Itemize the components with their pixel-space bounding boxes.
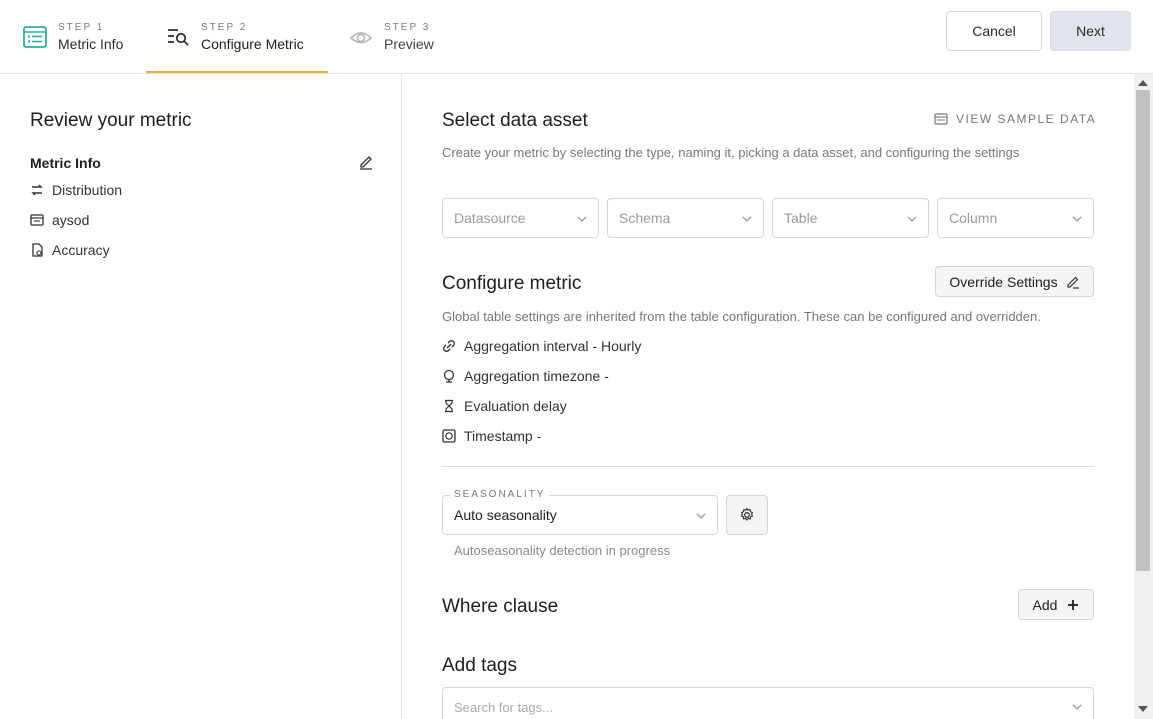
data-asset-subtitle: Create your metric by selecting the type… bbox=[442, 145, 1020, 160]
cancel-button[interactable]: Cancel bbox=[946, 11, 1042, 51]
step-label: STEP 1 bbox=[58, 22, 105, 33]
datasource-select[interactable]: Datasource bbox=[442, 198, 599, 238]
table-icon bbox=[30, 213, 44, 227]
setting-label: Aggregation interval - Hourly bbox=[464, 338, 642, 354]
scroll-down-arrow[interactable] bbox=[1138, 706, 1148, 712]
column-select[interactable]: Column bbox=[937, 198, 1094, 238]
step-label: STEP 2 bbox=[201, 22, 248, 33]
list-search-icon bbox=[165, 24, 191, 50]
seasonality-settings-button[interactable] bbox=[726, 495, 768, 535]
item-label: aysod bbox=[52, 212, 90, 228]
configure-panel: Select data asset VIEW SAMPLE DATA Creat… bbox=[402, 74, 1134, 719]
override-settings-button[interactable]: Override Settings bbox=[935, 266, 1094, 297]
link-icon bbox=[442, 339, 456, 353]
scrollbar[interactable] bbox=[1134, 74, 1153, 719]
chevron-down-icon bbox=[1071, 701, 1083, 716]
select-placeholder: Column bbox=[949, 210, 998, 226]
list-item: Distribution bbox=[30, 182, 122, 198]
step-configure-metric[interactable]: STEP 2 Configure Metric bbox=[165, 0, 304, 74]
setting-label: Aggregation timezone - bbox=[464, 368, 609, 384]
setting-aggregation-timezone: Aggregation timezone - bbox=[442, 368, 609, 384]
setting-timestamp: Timestamp - bbox=[442, 428, 541, 444]
step-metric-info[interactable]: STEP 1 Metric Info bbox=[22, 0, 123, 74]
metric-info-heading: Metric Info bbox=[30, 155, 101, 171]
setting-label: Timestamp - bbox=[464, 428, 542, 444]
setting-label: Evaluation delay bbox=[464, 398, 567, 414]
step-preview[interactable]: STEP 3 Preview bbox=[348, 0, 434, 74]
clock-icon bbox=[442, 429, 456, 443]
add-where-button[interactable]: Add bbox=[1018, 589, 1094, 620]
configure-metric-title: Configure metric bbox=[442, 273, 582, 294]
globe-icon bbox=[442, 369, 456, 383]
chevron-down-icon bbox=[695, 509, 707, 525]
chevron-down-icon bbox=[741, 212, 753, 224]
chevron-down-icon bbox=[1071, 212, 1083, 224]
configure-subtitle: Global table settings are inherited from… bbox=[442, 309, 1041, 324]
active-step-indicator bbox=[146, 71, 328, 73]
scrollbar-thumb[interactable] bbox=[1136, 90, 1150, 571]
tags-search-input[interactable]: Search for tags... bbox=[442, 687, 1094, 719]
setting-aggregation-interval: Aggregation interval - Hourly bbox=[442, 338, 641, 354]
item-label: Distribution bbox=[52, 182, 123, 198]
plus-icon bbox=[1067, 599, 1079, 611]
seasonality-legend: SEASONALITY bbox=[450, 489, 550, 500]
select-data-asset-title: Select data asset bbox=[442, 110, 588, 131]
where-clause-title: Where clause bbox=[442, 596, 559, 617]
gear-icon bbox=[739, 507, 755, 523]
tags-placeholder: Search for tags... bbox=[454, 699, 553, 715]
step-name: Metric Info bbox=[58, 36, 124, 52]
seasonality-select[interactable]: Auto seasonality bbox=[442, 495, 718, 535]
top-bar: STEP 1 Metric Info STEP 2 Configure Metr… bbox=[0, 0, 1153, 74]
setting-evaluation-delay: Evaluation delay bbox=[442, 398, 567, 414]
override-label: Override Settings bbox=[949, 273, 1058, 290]
step-label: STEP 3 bbox=[384, 22, 431, 33]
step-name: Configure Metric bbox=[201, 36, 304, 52]
table-select[interactable]: Table bbox=[772, 198, 929, 238]
chevron-down-icon bbox=[576, 212, 588, 224]
distribution-icon bbox=[30, 183, 44, 197]
section-divider bbox=[441, 466, 1095, 467]
step-name: Preview bbox=[384, 36, 434, 52]
accuracy-icon bbox=[30, 243, 44, 257]
chevron-down-icon bbox=[906, 212, 918, 224]
view-sample-data-link[interactable]: VIEW SAMPLE DATA bbox=[934, 112, 1096, 126]
next-button[interactable]: Next bbox=[1050, 11, 1131, 51]
seasonality-hint: Autoseasonality detection in progress bbox=[454, 543, 671, 558]
list-icon bbox=[22, 24, 48, 50]
review-title: Review your metric bbox=[30, 110, 192, 131]
hourglass-icon bbox=[442, 399, 456, 413]
review-panel: Review your metric Metric Info Distribut… bbox=[0, 74, 402, 719]
scroll-up-arrow[interactable] bbox=[1138, 80, 1148, 86]
pencil-icon[interactable] bbox=[358, 154, 374, 170]
select-placeholder: Schema bbox=[619, 210, 671, 226]
schema-select[interactable]: Schema bbox=[607, 198, 764, 238]
eye-icon bbox=[348, 24, 374, 50]
view-sample-label: VIEW SAMPLE DATA bbox=[956, 112, 1097, 126]
seasonality-value: Auto seasonality bbox=[454, 507, 557, 523]
table-icon bbox=[934, 112, 948, 126]
list-item: Accuracy bbox=[30, 242, 110, 258]
list-item: aysod bbox=[30, 212, 89, 228]
item-label: Accuracy bbox=[52, 242, 110, 258]
add-label: Add bbox=[1032, 596, 1058, 613]
pencil-icon bbox=[1066, 275, 1080, 289]
select-placeholder: Table bbox=[784, 210, 818, 226]
select-placeholder: Datasource bbox=[454, 210, 526, 226]
add-tags-title: Add tags bbox=[442, 655, 517, 676]
